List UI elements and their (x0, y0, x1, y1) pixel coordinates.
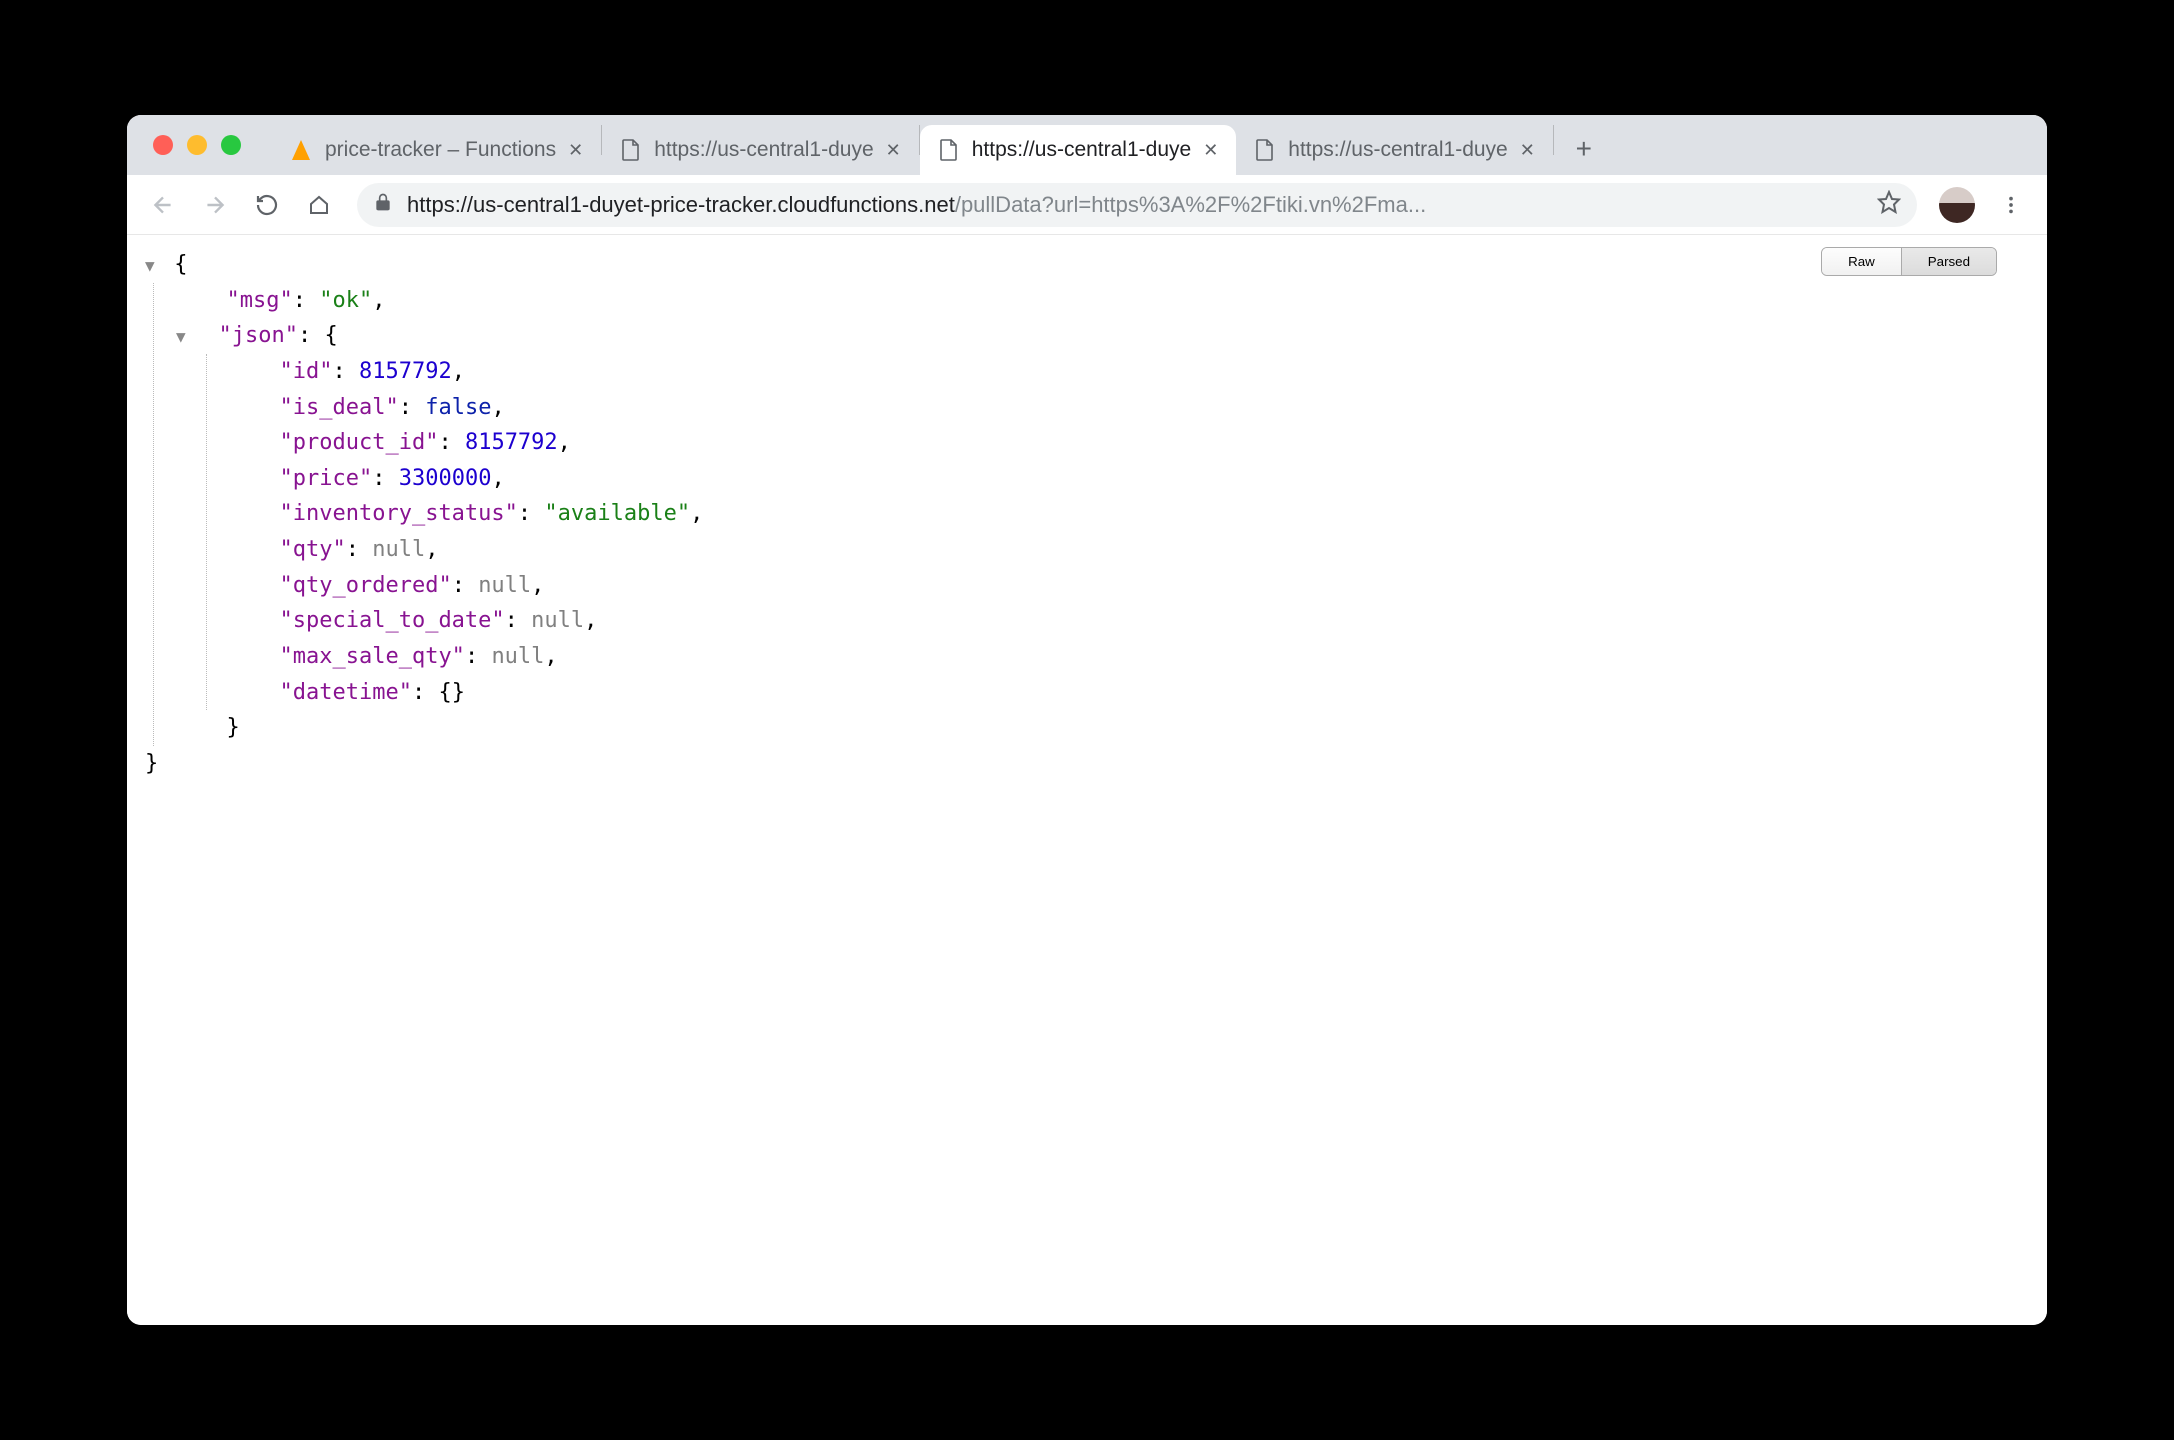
tab-strip: price-tracker – Functions ✕ https://us-c… (127, 115, 2047, 175)
lock-icon (373, 192, 393, 218)
close-icon[interactable]: ✕ (1203, 140, 1218, 161)
collapse-toggle-icon[interactable]: ▼ (145, 253, 161, 279)
json-key-msg: "msg" (227, 288, 293, 313)
window-maximize-button[interactable] (221, 135, 241, 155)
json-key-max-sale-qty: "max_sale_qty" (280, 644, 465, 669)
tab-title: price-tracker – Functions (325, 138, 556, 162)
tab-title: https://us-central1-duye (972, 138, 1191, 162)
json-val-qty-ordered: null (478, 573, 531, 598)
browser-window: price-tracker – Functions ✕ https://us-c… (127, 115, 2047, 1325)
close-icon[interactable]: ✕ (1520, 140, 1535, 161)
json-val-inventory-status: "available" (544, 501, 690, 526)
json-val-price: 3300000 (399, 466, 492, 491)
window-close-button[interactable] (153, 135, 173, 155)
json-val-id: 8157792 (359, 359, 452, 384)
browser-toolbar: https://us-central1-duyet-price-tracker.… (127, 175, 2047, 235)
json-key-qty: "qty" (280, 537, 346, 562)
json-key-product-id: "product_id" (280, 430, 439, 455)
tab-2-active[interactable]: https://us-central1-duye ✕ (920, 125, 1237, 175)
tab-title: https://us-central1-duye (1288, 138, 1507, 162)
url-host: https://us-central1-duyet-price-tracker.… (407, 192, 955, 217)
firebase-icon (289, 138, 313, 162)
json-val-is-deal: false (425, 395, 491, 420)
menu-button[interactable] (1989, 183, 2033, 227)
json-val-product-id: 8157792 (465, 430, 558, 455)
page-icon (1254, 138, 1276, 162)
page-content: Raw Parsed ▼ { "msg": "ok", ▼ "json": { … (127, 235, 2047, 1325)
back-button[interactable] (141, 183, 185, 227)
tab-0[interactable]: price-tracker – Functions ✕ (271, 125, 601, 175)
tab-1[interactable]: https://us-central1-duye ✕ (602, 125, 919, 175)
json-key-datetime: "datetime" (280, 680, 412, 705)
page-icon (938, 138, 960, 162)
json-key-id: "id" (280, 359, 333, 384)
json-key-is-deal: "is_deal" (280, 395, 399, 420)
home-button[interactable] (297, 183, 341, 227)
raw-button[interactable]: Raw (1822, 248, 1901, 275)
json-val-msg: "ok" (319, 288, 372, 313)
close-icon[interactable]: ✕ (886, 140, 901, 161)
address-bar[interactable]: https://us-central1-duyet-price-tracker.… (357, 183, 1917, 227)
json-val-qty: null (372, 537, 425, 562)
json-key-inventory-status: "inventory_status" (280, 501, 518, 526)
json-key-qty-ordered: "qty_ordered" (280, 573, 452, 598)
tab-3[interactable]: https://us-central1-duye ✕ (1236, 125, 1553, 175)
brace-close: } (145, 751, 158, 776)
json-key-special-to-date: "special_to_date" (280, 608, 505, 633)
tab-separator (1553, 125, 1554, 155)
forward-button[interactable] (193, 183, 237, 227)
window-minimize-button[interactable] (187, 135, 207, 155)
json-key-json: "json" (219, 323, 298, 348)
json-viewer: ▼ { "msg": "ok", ▼ "json": { "id": 81577… (145, 247, 2029, 781)
page-icon (620, 138, 642, 162)
view-toggle: Raw Parsed (1821, 247, 1997, 276)
json-val-special-to-date: null (531, 608, 584, 633)
window-controls (153, 135, 241, 155)
parsed-button[interactable]: Parsed (1901, 248, 1996, 275)
brace-open: { (174, 252, 187, 277)
reload-button[interactable] (245, 183, 289, 227)
collapse-toggle-icon[interactable]: ▼ (176, 324, 192, 350)
url-text: https://us-central1-duyet-price-tracker.… (407, 192, 1863, 218)
close-icon[interactable]: ✕ (568, 140, 583, 161)
profile-avatar[interactable] (1939, 187, 1975, 223)
json-val-max-sale-qty: null (491, 644, 544, 669)
bookmark-star-icon[interactable] (1877, 190, 1901, 220)
brace-close: } (227, 715, 240, 740)
url-path: /pullData?url=https%3A%2F%2Ftiki.vn%2Fma… (955, 192, 1426, 217)
tabs: price-tracker – Functions ✕ https://us-c… (271, 115, 1606, 175)
json-val-datetime: {} (438, 680, 465, 705)
json-key-price: "price" (280, 466, 373, 491)
new-tab-button[interactable]: + (1562, 127, 1606, 171)
tab-title: https://us-central1-duye (654, 138, 873, 162)
